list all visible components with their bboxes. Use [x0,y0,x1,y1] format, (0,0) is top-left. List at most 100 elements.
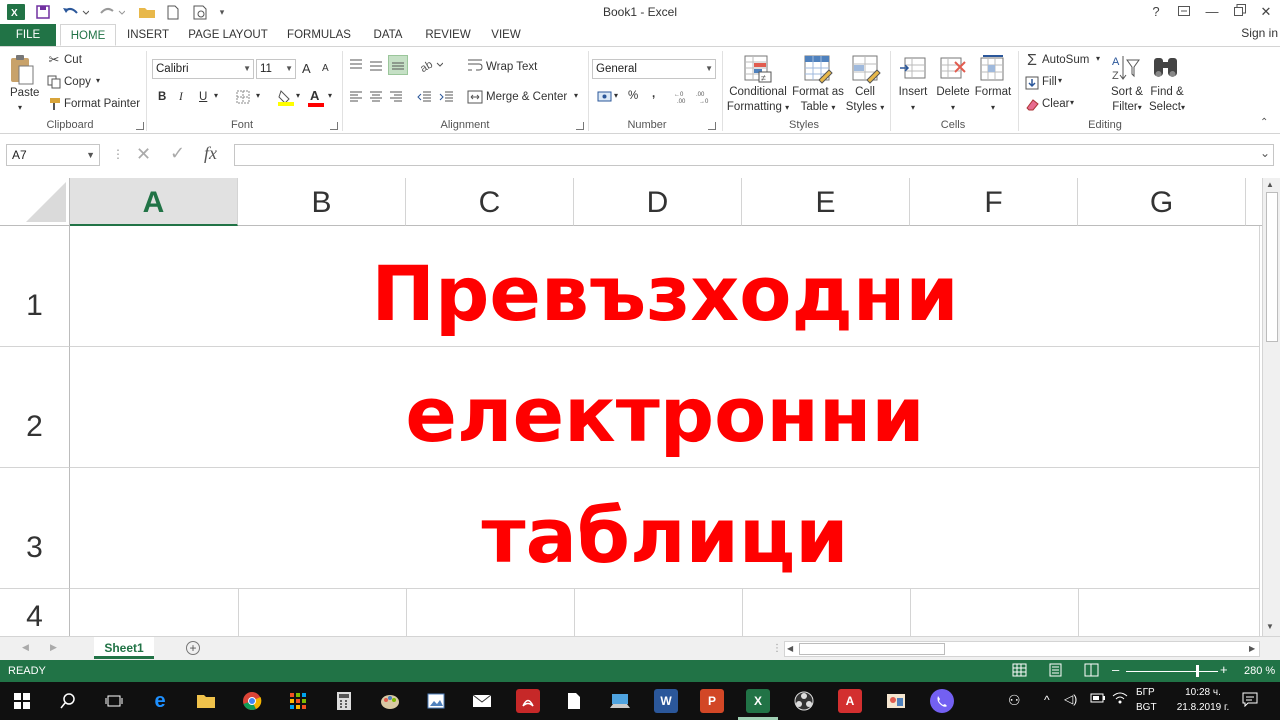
fill-button[interactable]: Fill [1042,76,1057,88]
format-cells-icon[interactable] [978,53,1008,83]
format-as-table-button[interactable]: Format as Table ▾ [790,85,846,115]
clear-icon[interactable] [1024,97,1040,113]
people-icon[interactable]: ⚇ [1008,692,1021,709]
decrease-decimal-icon[interactable]: .00 →0 [696,89,714,105]
tab-file[interactable]: FILE [0,24,56,46]
delete-cells-button[interactable]: Delete ▾ [934,85,972,115]
horizontal-scrollbar[interactable]: ◀ ▶ [784,641,1260,657]
this-pc-icon[interactable] [608,689,632,713]
font-name-combo[interactable]: Calibri ▼ [152,59,254,79]
column-header-f[interactable]: F [910,178,1078,226]
font-size-dropdown-icon[interactable]: ▼ [285,60,293,78]
merge-center-icon[interactable] [466,89,484,105]
row-header-3[interactable]: 3 [0,468,70,589]
grow-font-button[interactable]: A [302,61,311,76]
autosum-button[interactable]: AutoSum [1042,54,1089,66]
row-header-4[interactable]: 4 [0,589,70,636]
viber-icon[interactable] [930,689,954,713]
paste-icon[interactable] [8,53,36,87]
scroll-left-icon[interactable]: ◀ [787,644,793,653]
row-header-1[interactable]: 1 [0,226,70,347]
decrease-indent-icon[interactable] [416,89,432,105]
format-as-table-icon[interactable] [802,53,834,85]
paste-dropdown-icon[interactable]: ▾ [18,103,22,112]
chrome-icon[interactable] [240,689,264,713]
copy-button[interactable]: Copy [64,76,91,88]
select-all-corner[interactable] [0,178,70,226]
edge-browser-icon[interactable]: e [148,689,172,713]
fill-color-dropdown-icon[interactable]: ▾ [296,91,300,100]
confirm-entry-icon[interactable]: ✓ [170,143,185,164]
mail-icon[interactable] [470,689,494,713]
column-header-a[interactable]: A [70,178,238,226]
number-format-dropdown-icon[interactable]: ▼ [705,60,713,78]
cell-styles-icon[interactable] [850,53,882,85]
font-launcher-icon[interactable] [330,122,338,130]
zoom-out-icon[interactable]: – [1112,662,1119,677]
clear-button[interactable]: Clear [1042,98,1069,110]
windows-start-icon[interactable] [10,689,34,713]
name-box[interactable]: A7 ▼ [6,144,100,166]
close-icon[interactable]: ✕ [1252,2,1280,22]
column-header-c[interactable]: C [406,178,574,226]
zoom-in-icon[interactable]: + [1220,662,1228,677]
currency-icon[interactable] [596,89,614,105]
cut-icon[interactable]: ✂ [46,52,62,67]
align-right-icon[interactable] [388,89,404,105]
merge-center-button[interactable]: Merge & Center [486,91,567,103]
tab-view[interactable]: VIEW [486,24,526,46]
clipboard-launcher-icon[interactable] [136,122,144,130]
merge-dropdown-icon[interactable]: ▾ [574,91,578,100]
zoom-slider-track[interactable] [1126,671,1218,672]
wrap-text-button[interactable]: Wrap Text [486,61,537,73]
wrap-text-icon[interactable] [466,57,484,73]
bold-button[interactable]: B [158,91,166,103]
worksheet-grid[interactable]: A B C D E F G 1 2 3 4 Превъзходни електр… [0,178,1262,636]
clock-time[interactable]: 10:28 ч. [1172,687,1234,698]
column-header-g[interactable]: G [1078,178,1246,226]
tab-home[interactable]: HOME [60,24,116,46]
fill-dropdown-icon[interactable]: ▾ [1058,76,1062,85]
paste-button[interactable]: Paste [10,87,39,99]
task-view-icon[interactable] [102,689,126,713]
comma-button[interactable]: , [652,88,655,100]
font-size-combo[interactable]: 11 ▼ [256,59,296,79]
scroll-right-icon[interactable]: ▶ [1249,644,1255,653]
italic-button[interactable]: I [179,91,183,103]
conditional-formatting-icon[interactable]: ≠ [742,53,774,85]
orientation-icon[interactable]: ab [418,57,444,73]
copy-dropdown-icon[interactable]: ▾ [96,76,100,85]
horizontal-scroll-thumb[interactable] [799,643,945,655]
borders-dropdown-icon[interactable]: ▾ [256,91,260,100]
show-hidden-icons-icon[interactable]: ^ [1044,693,1050,707]
format-cells-button[interactable]: Format ▾ [972,85,1014,115]
paint-icon[interactable] [378,689,402,713]
number-launcher-icon[interactable] [708,122,716,130]
tab-page-layout[interactable]: PAGE LAYOUT [184,24,272,46]
zoom-level[interactable]: 280 % [1244,665,1275,677]
tab-split-grip-icon[interactable]: ⋮ [772,643,782,654]
notifications-icon[interactable] [1242,691,1258,710]
restore-icon[interactable] [1226,2,1254,22]
vertical-scroll-thumb[interactable] [1266,192,1278,342]
align-bottom-icon[interactable] [388,55,408,75]
new-sheet-icon[interactable]: + [186,641,200,655]
copy-icon[interactable] [46,75,62,89]
font-name-dropdown-icon[interactable]: ▼ [243,60,251,78]
battery-icon[interactable] [1090,692,1106,707]
align-middle-icon[interactable] [368,57,384,73]
sheet-scroll-left-icon[interactable]: ◀ [22,642,29,653]
align-center-icon[interactable] [368,89,384,105]
autosum-dropdown-icon[interactable]: ▾ [1096,54,1100,63]
expand-formula-bar-icon[interactable]: ⌄ [1260,146,1270,160]
help-icon[interactable]: ? [1142,2,1170,22]
word-icon[interactable]: W [654,689,678,713]
vertical-scrollbar[interactable]: ▲ ▼ [1262,178,1280,636]
column-header-d[interactable]: D [574,178,742,226]
wifi-icon[interactable] [1112,691,1128,708]
cell-styles-button[interactable]: Cell Styles ▾ [842,85,888,115]
excel-taskbar-icon[interactable]: X [746,689,770,713]
keyboard-language-primary[interactable]: БГР [1136,687,1155,698]
ribbon-display-options-icon[interactable] [1170,2,1198,22]
blank-document-icon[interactable] [562,689,586,713]
